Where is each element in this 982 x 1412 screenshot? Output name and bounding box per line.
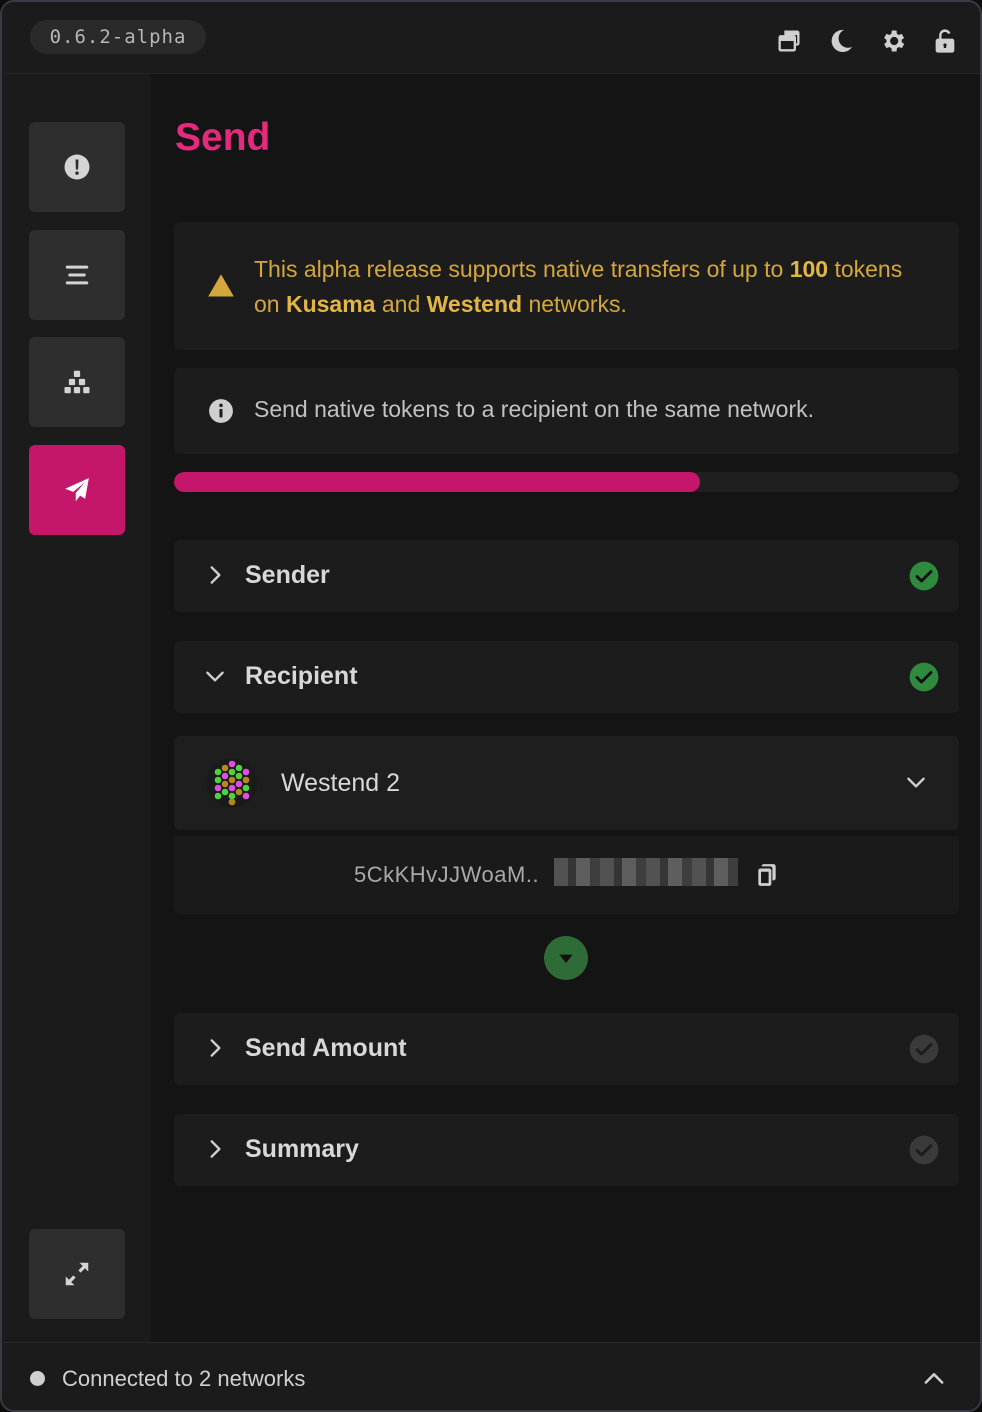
info-text: Send native tokens to a recipient on the… xyxy=(254,396,814,422)
progress-fill xyxy=(174,472,700,492)
top-toolbar xyxy=(774,26,960,56)
paper-plane-icon xyxy=(65,478,89,502)
windows-icon[interactable] xyxy=(774,26,804,56)
connection-status: Connected to 2 networks xyxy=(62,1366,306,1391)
chevron-up-icon[interactable] xyxy=(920,1365,948,1393)
expand-button[interactable] xyxy=(29,1229,125,1319)
check-circle-icon xyxy=(909,662,939,692)
app-window: 0.6.2-alpha Send This alpha release supp… xyxy=(0,0,982,1412)
recipient-account-select[interactable]: Westend 2 xyxy=(174,736,959,830)
unlock-icon[interactable] xyxy=(930,26,960,56)
cubes-icon xyxy=(64,370,90,394)
sidebar-item-menu[interactable] xyxy=(29,230,125,320)
chevron-right-icon xyxy=(210,1039,221,1057)
sender-label: Sender xyxy=(245,561,330,589)
warning-text: This alpha release supports native trans… xyxy=(254,256,903,317)
summary-section[interactable]: Summary xyxy=(174,1114,959,1186)
top-bar: 0.6.2-alpha xyxy=(2,2,980,74)
account-name: Westend 2 xyxy=(281,769,401,797)
warning-icon xyxy=(208,274,234,297)
gear-icon[interactable] xyxy=(878,26,908,56)
warning-banner: This alpha release supports native trans… xyxy=(174,222,959,350)
progress-bar xyxy=(174,472,959,492)
warning-amount: 100 xyxy=(789,256,829,282)
account-identicon xyxy=(207,758,257,808)
recipient-label: Recipient xyxy=(245,662,358,690)
status-bar: Connected to 2 networks xyxy=(2,1342,980,1410)
status-dot xyxy=(30,1371,45,1386)
recipient-address: 5CkKHvJJWoaM.. xyxy=(354,862,540,887)
continue-button[interactable] xyxy=(544,936,588,980)
caret-down-icon xyxy=(559,954,573,963)
send-amount-section[interactable]: Send Amount xyxy=(174,1013,959,1085)
warning-network-kusama: Kusama xyxy=(285,291,376,317)
version-badge: 0.6.2-alpha xyxy=(30,20,206,54)
page-title: Send xyxy=(175,116,271,159)
check-circle-icon xyxy=(909,561,939,591)
moon-icon[interactable] xyxy=(826,26,856,56)
chevron-down-icon xyxy=(206,671,224,682)
sidebar-item-cubes[interactable] xyxy=(29,337,125,427)
info-icon xyxy=(209,399,233,423)
exclamation-circle-icon xyxy=(64,154,90,180)
chevron-right-icon xyxy=(210,566,221,584)
main-content: Send This alpha release supports native … xyxy=(151,74,980,1342)
send-amount-label: Send Amount xyxy=(245,1034,407,1062)
summary-label: Summary xyxy=(245,1135,359,1163)
check-circle-icon xyxy=(909,1034,939,1064)
sidebar xyxy=(2,74,151,1342)
sidebar-item-send[interactable] xyxy=(29,445,125,535)
chevron-down-icon xyxy=(907,777,925,788)
recipient-section[interactable]: Recipient xyxy=(174,641,959,713)
redacted-address xyxy=(554,858,738,886)
sender-section[interactable]: Sender xyxy=(174,540,959,612)
copy-icon[interactable] xyxy=(754,862,780,888)
chevron-right-icon xyxy=(210,1140,221,1158)
recipient-address-row: 5CkKHvJJWoaM.. xyxy=(174,836,959,914)
sidebar-item-info[interactable] xyxy=(29,122,125,212)
expand-icon xyxy=(65,1262,89,1286)
check-circle-icon xyxy=(909,1135,939,1165)
bars-icon xyxy=(65,265,89,285)
warning-network-westend: Westend xyxy=(426,291,523,317)
info-banner: Send native tokens to a recipient on the… xyxy=(174,368,959,454)
